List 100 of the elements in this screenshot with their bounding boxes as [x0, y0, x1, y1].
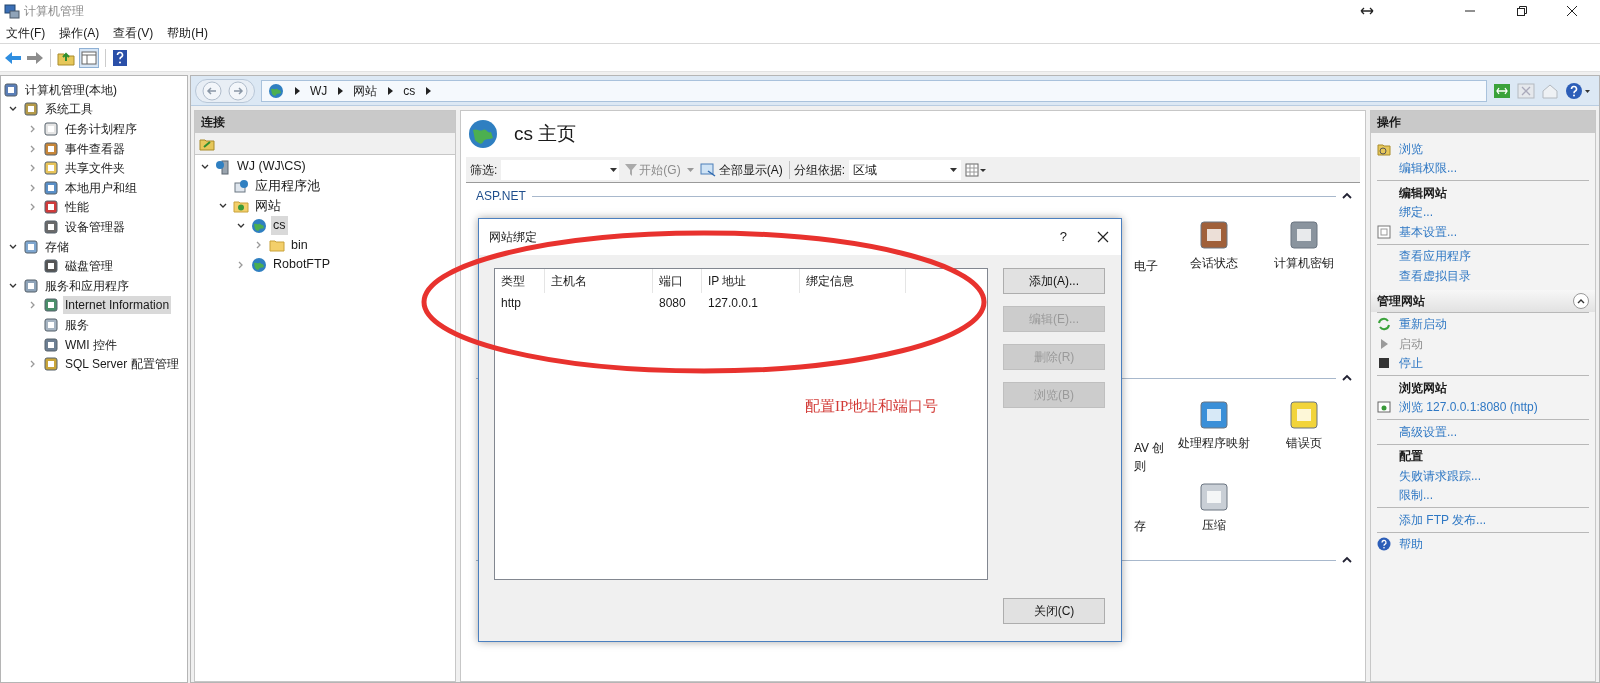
stop-icon: [1377, 356, 1391, 371]
group-by-dropdown[interactable]: 区域: [849, 159, 961, 180]
feature-label[interactable]: 压缩: [1202, 517, 1226, 534]
tree-item[interactable]: RobotFTP: [271, 255, 332, 275]
menu-item[interactable]: 文件(F): [6, 23, 46, 42]
action-link[interactable]: 停止: [1399, 354, 1423, 373]
tree-item[interactable]: 性能: [63, 198, 91, 217]
column-header[interactable]: 主机名: [545, 269, 653, 293]
collapse-caret-icon: [1577, 297, 1585, 304]
column-header[interactable]: IP 地址: [702, 269, 800, 293]
action-link[interactable]: 查看应用程序: [1399, 247, 1471, 266]
tree-item[interactable]: 事件查看器: [63, 139, 127, 158]
action-link[interactable]: 限制...: [1399, 486, 1433, 505]
feature-label[interactable]: 电子: [1134, 257, 1158, 275]
feature-label[interactable]: 错误页: [1286, 435, 1322, 452]
column-header[interactable]: 类型: [495, 269, 545, 293]
show-all-icon: [699, 162, 716, 177]
resize-icon: [1360, 6, 1374, 16]
collapse-button[interactable]: [1573, 292, 1589, 309]
panel-title: 操作: [1377, 114, 1401, 131]
filter-field[interactable]: [501, 159, 620, 180]
dialog-title: 网站绑定: [489, 229, 537, 246]
view-icon[interactable]: [965, 162, 987, 177]
folder-icon: [269, 237, 285, 254]
dropdown-icon: [610, 167, 618, 172]
tree-item[interactable]: 网站: [253, 196, 283, 216]
action-link[interactable]: 帮助: [1399, 535, 1423, 554]
action-link[interactable]: 查看虚拟目录: [1399, 266, 1471, 285]
computer-management-icon: [4, 3, 20, 19]
server-icon: [215, 158, 231, 175]
feature-label[interactable]: 存: [1134, 517, 1146, 535]
tree-item[interactable]: WMI 控件: [63, 335, 119, 354]
action-link[interactable]: 高级设置...: [1399, 422, 1457, 441]
tree-item[interactable]: Internet Information: [63, 296, 172, 315]
stop-icon[interactable]: [1517, 82, 1535, 99]
tree-item[interactable]: 服务和应用程序: [43, 276, 131, 295]
column-header[interactable]: 绑定信息: [800, 269, 906, 293]
feature-label[interactable]: 则: [1134, 457, 1146, 475]
tree-item[interactable]: 存储: [43, 237, 71, 256]
tree-item[interactable]: 本地用户和组: [63, 178, 139, 197]
collapse-caret-icon[interactable]: [1342, 192, 1352, 200]
menu-item[interactable]: 帮助(H): [167, 23, 208, 42]
caret-right-icon: [387, 86, 394, 95]
close-icon[interactable]: [1097, 231, 1109, 243]
breadcrumb-item[interactable]: WJ: [310, 81, 328, 100]
back-arrow-icon[interactable]: [4, 50, 22, 65]
address-bar[interactable]: WJ 网站 cs: [261, 79, 1487, 102]
tree-item[interactable]: WJ (WJ\CS): [235, 157, 308, 177]
globe-icon: [468, 119, 498, 149]
dropdown-icon[interactable]: [686, 167, 694, 172]
tree-item[interactable]: 应用程序池: [253, 177, 322, 196]
tree-item[interactable]: 任务计划程序: [63, 120, 139, 138]
column-header[interactable]: 端口: [653, 269, 702, 293]
action-link[interactable]: 浏览: [1399, 139, 1423, 158]
collapse-caret-icon[interactable]: [1342, 374, 1352, 382]
tree-item[interactable]: 计算机管理(本地): [23, 80, 119, 99]
feature-label[interactable]: 处理程序映射: [1178, 435, 1250, 452]
show-hide-tree-icon[interactable]: [79, 47, 99, 68]
nav-buttons[interactable]: [195, 78, 255, 103]
table-cell-text: http: [500, 295, 522, 312]
action-link[interactable]: 重新启动: [1399, 315, 1447, 334]
help-icon[interactable]: [112, 48, 128, 67]
globe-icon: [251, 217, 267, 234]
action-link[interactable]: 添加 FTP 发布...: [1399, 510, 1487, 529]
connect-icon[interactable]: [1493, 82, 1511, 99]
tree-item[interactable]: 设备管理器: [63, 217, 127, 236]
menu-item[interactable]: 查看(V): [113, 23, 154, 42]
feature-label[interactable]: AV 创: [1134, 439, 1165, 457]
tree-item[interactable]: 系统工具: [43, 100, 95, 119]
forward-arrow-icon[interactable]: [26, 50, 44, 65]
collapse-caret-icon[interactable]: [1342, 556, 1352, 564]
help-icon: [1377, 537, 1391, 552]
breadcrumb-item[interactable]: cs: [403, 81, 416, 100]
annotation-text: 配置IP地址和端口号: [805, 397, 939, 416]
section-title: 浏览网站: [1399, 379, 1447, 397]
dialog-button[interactable]: 添加(A)...: [1003, 268, 1105, 294]
action-link[interactable]: 基本设置...: [1399, 222, 1457, 241]
tree-item[interactable]: 磁盘管理: [63, 257, 115, 276]
tree-item[interactable]: 服务: [63, 315, 91, 334]
help-button[interactable]: ?: [1059, 227, 1067, 247]
action-link[interactable]: 绑定...: [1399, 203, 1433, 222]
show-all-button[interactable]: 全部显示(A): [697, 160, 785, 179]
caret-right-icon: [337, 86, 344, 95]
breadcrumb-item[interactable]: 网站: [353, 81, 378, 100]
action-link[interactable]: 失败请求跟踪...: [1399, 466, 1481, 485]
help-icon[interactable]: [1565, 81, 1591, 100]
action-link[interactable]: 浏览 127.0.0.1:8080 (http): [1399, 398, 1538, 417]
close-button[interactable]: 关闭(C): [1003, 598, 1105, 624]
tree-item[interactable]: 共享文件夹: [63, 159, 127, 178]
maximize-icon[interactable]: [1516, 5, 1528, 17]
tree-item[interactable]: bin: [289, 235, 310, 255]
caret-right-icon: [294, 86, 300, 95]
menu-item[interactable]: 操作(A): [59, 23, 100, 42]
tree-item[interactable]: cs: [271, 216, 288, 235]
feature-label[interactable]: 计算机密钥: [1274, 255, 1334, 272]
action-link[interactable]: 编辑权限...: [1399, 159, 1457, 178]
tree-item[interactable]: SQL Server 配置管理: [63, 355, 181, 374]
app-pool-icon: [233, 178, 249, 195]
feature-label[interactable]: 会话状态: [1190, 255, 1238, 272]
close-icon[interactable]: [1566, 5, 1578, 17]
